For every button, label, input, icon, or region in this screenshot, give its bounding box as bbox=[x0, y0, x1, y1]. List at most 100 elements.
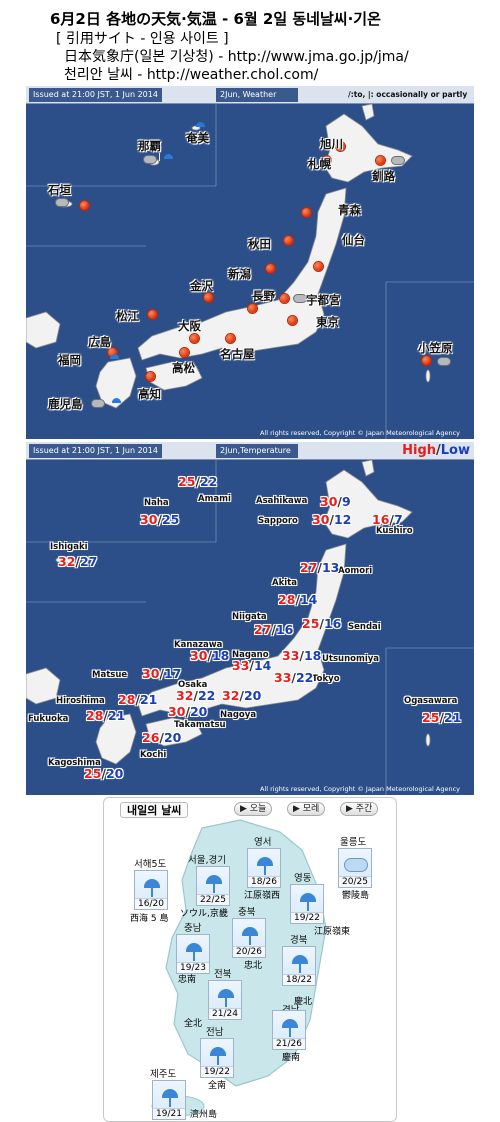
temp-reading: 30/25 bbox=[140, 512, 180, 527]
source-chol-link[interactable]: http://weather.chol.com/ bbox=[147, 67, 319, 83]
city-label: 高松 bbox=[172, 361, 195, 375]
region-label: 서울,경기 bbox=[188, 855, 226, 866]
forecast-box[interactable]: 18/22 bbox=[282, 946, 316, 986]
forecast-temp: 16/20 bbox=[135, 898, 167, 909]
forecast-temp: 20/26 bbox=[233, 946, 265, 957]
weather-map-legend: /:to, |: occasionally or partly bbox=[348, 90, 468, 99]
sun-icon bbox=[204, 293, 213, 302]
temp-reading: 33/22 bbox=[274, 670, 314, 685]
temperature-map-title: 2Jun,Temperature bbox=[216, 444, 298, 458]
city-label: 東京 bbox=[316, 315, 339, 329]
tab-weekly[interactable]: ▶ 주간 bbox=[340, 802, 379, 816]
forecast-temp: 19/21 bbox=[153, 1108, 185, 1119]
city-label: 青森 bbox=[338, 203, 361, 217]
forecast-box[interactable]: 19/21 bbox=[152, 1080, 186, 1120]
forecast-temp: 20/25 bbox=[339, 876, 371, 887]
temp-reading: 30/12 bbox=[312, 512, 352, 527]
region-subtitle: 全南 bbox=[208, 1081, 227, 1091]
forecast-temp: 19/22 bbox=[291, 912, 323, 923]
region-subtitle: 江原嶺西 bbox=[244, 891, 281, 901]
sun-icon bbox=[422, 356, 431, 365]
tab-day-after-tomorrow[interactable]: ▶ 모레 bbox=[287, 802, 326, 816]
region-subtitle: 濟州島 bbox=[190, 1110, 218, 1120]
city-label: Matsue bbox=[92, 670, 128, 680]
region-label: 전북 bbox=[214, 969, 232, 980]
forecast-box[interactable]: 21/26 bbox=[272, 1010, 306, 1050]
city-label: 石垣 bbox=[48, 183, 71, 197]
region-subtitle: 慶南 bbox=[282, 1053, 301, 1063]
forecast-box[interactable]: 19/23 bbox=[176, 934, 210, 974]
umbrella-handle bbox=[289, 1028, 291, 1037]
temp-reading: 25/20 bbox=[84, 766, 124, 781]
forecast-box[interactable]: 20/26 bbox=[232, 918, 266, 958]
city-label: Tokyo bbox=[312, 674, 340, 684]
temp-reading: 28/21 bbox=[86, 708, 126, 723]
city-label: 小笠原 bbox=[418, 341, 453, 355]
city-label: 札幌 bbox=[308, 157, 331, 171]
forecast-temp: 22/25 bbox=[197, 894, 229, 905]
city-label: 新潟 bbox=[228, 267, 251, 281]
city-label: Akita bbox=[272, 578, 297, 588]
umbrella-icon bbox=[196, 122, 205, 127]
city-label: Sapporo bbox=[258, 516, 298, 526]
forecast-box[interactable]: 21/24 bbox=[208, 980, 242, 1020]
widget-title: 내일의 날씨 bbox=[120, 802, 189, 818]
city-label: Kushiro bbox=[376, 526, 413, 536]
forecast-box[interactable]: 22/25 bbox=[196, 866, 230, 906]
temp-reading: 30/18 bbox=[190, 648, 230, 663]
umbrella-icon bbox=[112, 398, 121, 403]
region-subtitle: 江原嶺東 bbox=[314, 927, 351, 937]
forecast-box[interactable]: 19/22 bbox=[290, 884, 324, 924]
umbrella-handle bbox=[151, 888, 153, 897]
forecast-box[interactable]: 18/26 bbox=[247, 848, 281, 888]
temp-reading: 30/20 bbox=[168, 704, 208, 719]
source-jma-link[interactable]: http://www.jma.go.jp/jma/ bbox=[228, 49, 409, 65]
temp-reading: 27/16 bbox=[254, 622, 294, 637]
umbrella-handle bbox=[225, 998, 227, 1007]
umbrella-handle bbox=[193, 952, 195, 961]
source-chol: 천리안 날씨 - http://weather.chol.com/ bbox=[64, 64, 318, 84]
tab-today[interactable]: ▶ 오늘 bbox=[234, 802, 273, 816]
temp-reading: 26/20 bbox=[142, 730, 182, 745]
forecast-temp: 21/24 bbox=[209, 1008, 241, 1019]
temp-reading: 32/22 bbox=[176, 688, 216, 703]
forecast-temp: 19/22 bbox=[201, 1066, 233, 1077]
region-label: 영서 bbox=[254, 837, 272, 848]
city-label: 秋田 bbox=[248, 237, 271, 251]
korea-weather-widget: 내일의 날씨 ▶ 오늘 ▶ 모레 ▶ 주간 영서 18/26 江原嶺西 울릉도 … bbox=[103, 797, 397, 1122]
umbrella-handle bbox=[169, 1098, 171, 1107]
temperature-map-header: Issued at 21:00 JST, 1 Jun 2014 2Jun,Tem… bbox=[26, 442, 474, 460]
source-jma: 日本気象庁(일본 기상청) - http://www.jma.go.jp/jma… bbox=[64, 46, 409, 66]
sun-icon bbox=[284, 236, 293, 245]
region-subtitle: ソウル,京畿 bbox=[180, 909, 228, 919]
umbrella-handle bbox=[249, 936, 251, 945]
forecast-temp: 18/26 bbox=[248, 876, 280, 887]
forecast-box[interactable]: 19/22 bbox=[200, 1038, 234, 1078]
umbrella-icon bbox=[218, 989, 234, 998]
city-label: 鹿児島 bbox=[48, 397, 83, 411]
weather-map-copyright: All rights reserved, Copyright © Japan M… bbox=[259, 429, 460, 437]
umbrella-icon bbox=[300, 893, 316, 902]
forecast-box[interactable]: 16/20 bbox=[134, 870, 168, 910]
low-label: Low bbox=[440, 443, 470, 458]
temp-reading: 30/9 bbox=[320, 494, 351, 509]
page-title: 6月2日 各地の天気·気温 - 6월 2일 동네날씨·기온 bbox=[50, 10, 381, 28]
region-label: 충북 bbox=[238, 907, 256, 918]
temperature-map: Issued at 21:00 JST, 1 Jun 2014 2Jun,Tem… bbox=[26, 442, 474, 795]
sun-icon bbox=[376, 156, 385, 165]
temp-reading: 27/13 bbox=[300, 560, 340, 575]
umbrella-icon bbox=[210, 1047, 226, 1056]
sun-icon bbox=[302, 208, 311, 217]
forecast-temp: 21/26 bbox=[273, 1038, 305, 1049]
city-label: Asahikawa bbox=[256, 496, 308, 506]
temp-reading: 33/18 bbox=[282, 648, 322, 663]
city-label: 高知 bbox=[138, 387, 161, 401]
umbrella-handle bbox=[264, 866, 266, 875]
region-subtitle: 忠北 bbox=[244, 961, 263, 971]
sun-icon bbox=[146, 372, 155, 381]
temp-reading: 25/16 bbox=[302, 616, 342, 631]
city-label: 名古屋 bbox=[220, 347, 255, 361]
city-label: Kochi bbox=[140, 750, 167, 760]
forecast-box[interactable]: 20/25 bbox=[338, 848, 372, 888]
temp-reading: 33/14 bbox=[232, 658, 272, 673]
